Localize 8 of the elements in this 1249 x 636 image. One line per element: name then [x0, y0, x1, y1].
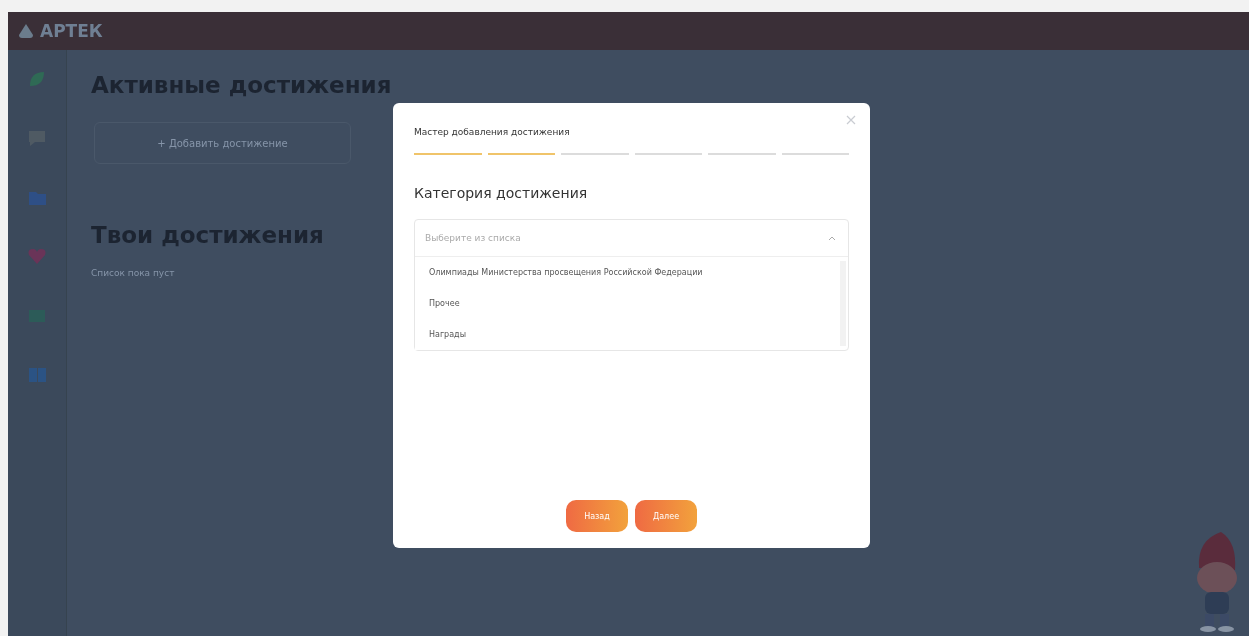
empty-message: Список пока пуст	[91, 268, 175, 278]
dialog-title: Мастер добавления достижения	[414, 127, 571, 137]
dialog-heading: Категория достижения	[414, 185, 589, 201]
logo: АРТЕК	[40, 21, 103, 41]
close-button[interactable]	[844, 113, 858, 127]
category-select[interactable]: Выберите из списка Олимпиады Министерства просвещения Российской Федерации Прочее Награды	[414, 219, 849, 351]
select-placeholder: Выберите из списка	[425, 233, 521, 243]
logo-icon	[18, 23, 34, 39]
